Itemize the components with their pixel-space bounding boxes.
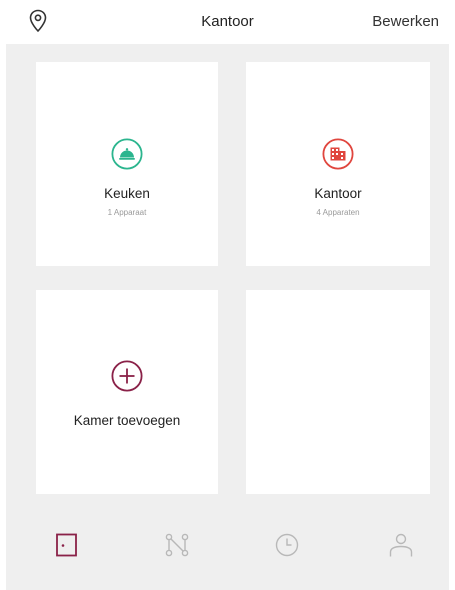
tab-automation[interactable]	[162, 530, 192, 560]
empty-room-slot	[246, 290, 430, 494]
room-card-keuken[interactable]: Keuken 1 Apparaat	[36, 62, 218, 266]
room-name: Kantoor	[314, 186, 362, 201]
add-room-label: Kamer toevoegen	[73, 413, 181, 428]
bottom-tab-bar	[6, 508, 449, 590]
cloche-icon	[111, 138, 143, 175]
top-bar: Kantoor Bewerken	[0, 0, 455, 44]
add-room-card[interactable]: Kamer toevoegen	[36, 290, 218, 494]
edit-button[interactable]: Bewerken	[372, 13, 439, 30]
door-icon	[56, 533, 77, 557]
automation-icon	[165, 533, 189, 557]
tab-profile[interactable]	[386, 530, 416, 560]
office-building-icon	[322, 138, 354, 175]
clock-icon	[275, 533, 299, 557]
profile-icon	[389, 533, 413, 557]
tab-rooms[interactable]	[52, 530, 82, 560]
device-count: 4 Apparaten	[316, 208, 360, 217]
plus-circle-icon	[111, 360, 143, 397]
room-name: Keuken	[104, 186, 150, 201]
device-count: 1 Apparaat	[107, 208, 147, 217]
room-card-kantoor[interactable]: Kantoor 4 Apparaten	[246, 62, 430, 266]
tab-schedule[interactable]	[272, 530, 302, 560]
